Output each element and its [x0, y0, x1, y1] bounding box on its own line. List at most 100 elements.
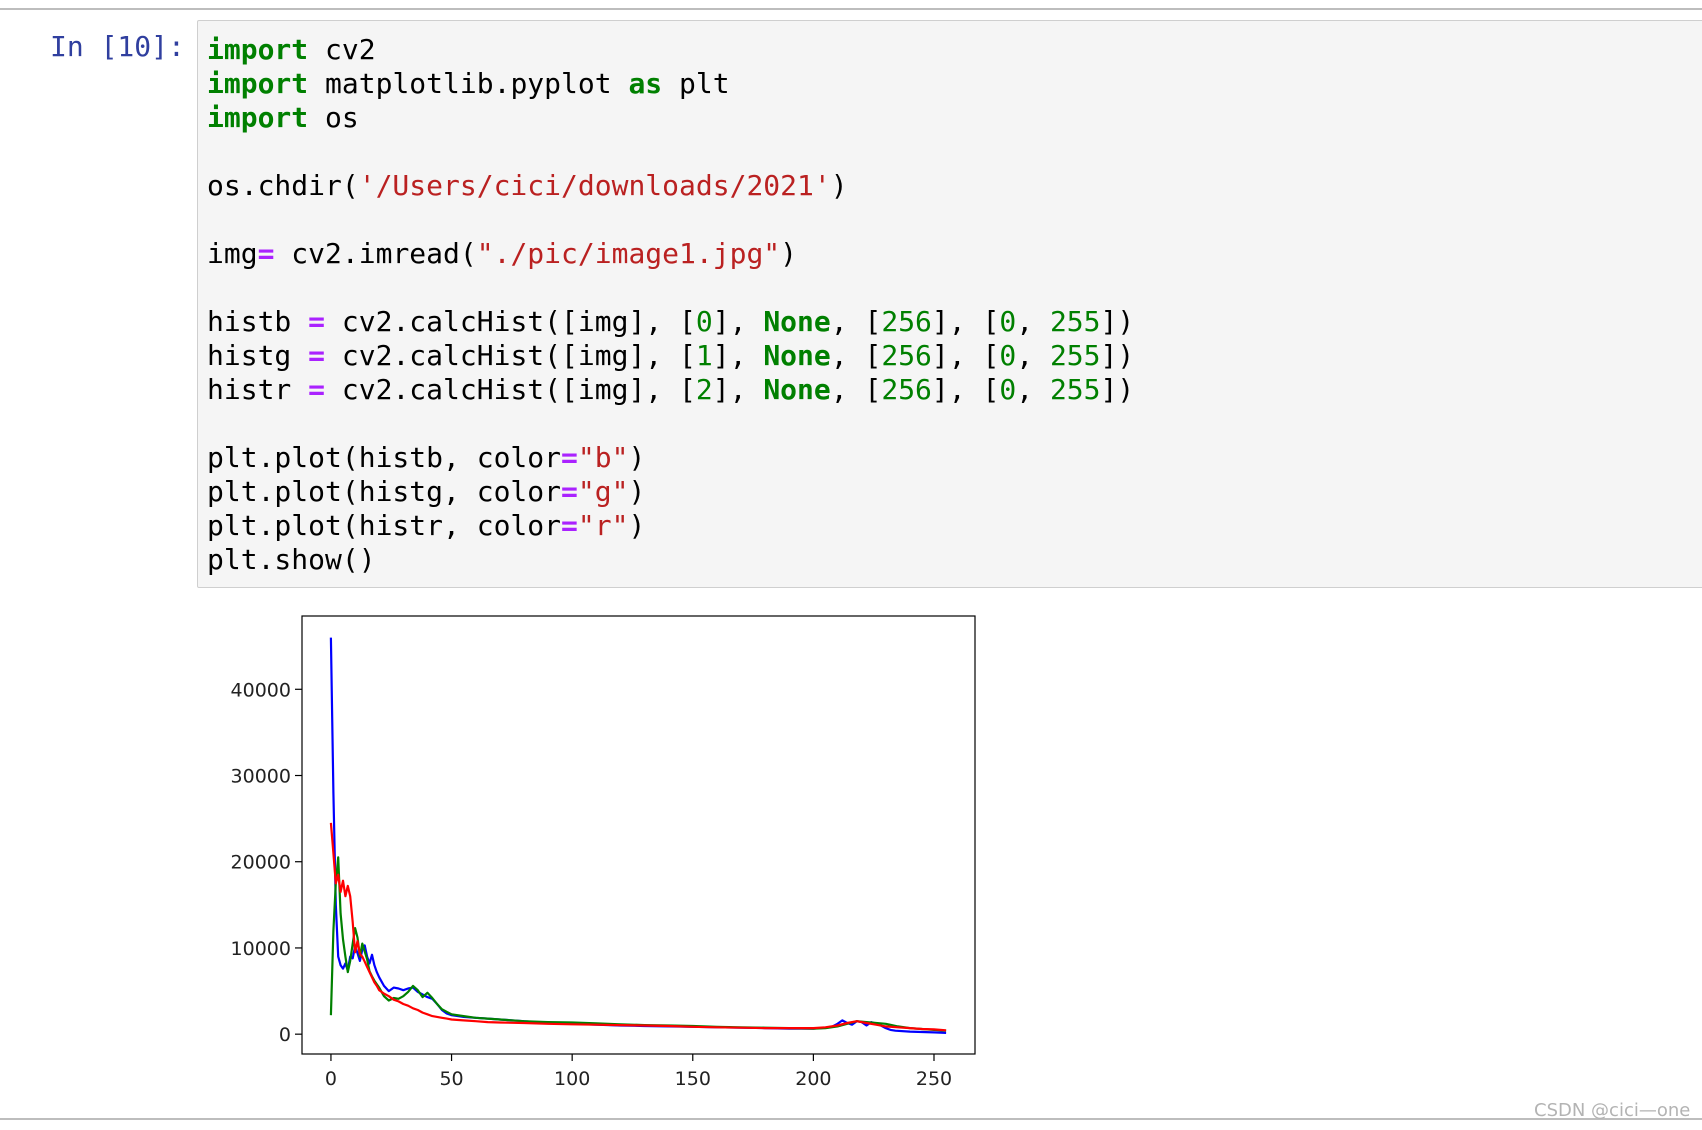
- plot-frame: [301, 615, 976, 1055]
- code-line: histb = cv2.calcHist([img], [0], None, […: [207, 305, 1134, 339]
- code-token: cv2.calcHist([img], [: [325, 373, 696, 406]
- code-token: ]): [1100, 305, 1135, 338]
- code-token: 0: [999, 339, 1017, 372]
- code-token: 0: [999, 305, 1017, 338]
- code-token: plt: [662, 67, 730, 100]
- code-token: 255: [1049, 373, 1101, 406]
- code-token: 2: [695, 373, 713, 406]
- series-line-3: [329, 822, 947, 1032]
- code-token: as: [628, 67, 663, 100]
- y-tick-label: 10000: [231, 938, 291, 960]
- code-token: os: [308, 101, 359, 134]
- code-token: ], [: [931, 339, 1000, 372]
- x-tick-label: 250: [916, 1068, 952, 1090]
- code-line: import cv2: [207, 33, 1134, 67]
- code-token: ],: [712, 339, 764, 372]
- code-token: =: [561, 509, 578, 542]
- code-line: import matplotlib.pyplot as plt: [207, 67, 1134, 101]
- code-token: , [: [830, 305, 882, 338]
- code-token: "g": [577, 475, 629, 508]
- code-token: histr: [207, 373, 309, 406]
- code-token: 0: [999, 373, 1017, 406]
- code-token: ], [: [931, 305, 1000, 338]
- code-token: ],: [712, 305, 764, 338]
- code-token: ,: [1016, 305, 1050, 338]
- code-token: None: [763, 373, 831, 406]
- code-token: ): [628, 509, 646, 542]
- code-token: , [: [830, 339, 882, 372]
- code-token: cv2.imread(: [274, 237, 477, 270]
- code-token: histg: [207, 339, 309, 372]
- code-token: ],: [712, 373, 764, 406]
- code-token: import: [207, 33, 309, 66]
- y-tick-label: 0: [279, 1024, 291, 1046]
- code-token: =: [561, 441, 578, 474]
- code-token: 1: [695, 339, 713, 372]
- code-token: 255: [1049, 339, 1101, 372]
- code-line: os.chdir('/Users/cici/downloads/2021'): [207, 169, 1134, 203]
- code-token: 255: [1049, 305, 1101, 338]
- code-line: histg = cv2.calcHist([img], [1], None, […: [207, 339, 1134, 373]
- x-tick-label: 100: [554, 1068, 590, 1090]
- code-token: ,: [1016, 339, 1050, 372]
- code-token: 0: [695, 305, 713, 338]
- code-token: ]): [1100, 339, 1135, 372]
- y-tick-label: 40000: [231, 679, 291, 701]
- code-token: ): [780, 237, 798, 270]
- code-cell[interactable]: import cv2 import matplotlib.pyplot as pl…: [197, 20, 1702, 588]
- code-token: =: [257, 237, 275, 270]
- x-tick-label: 200: [795, 1068, 831, 1090]
- code-line: plt.show(): [207, 543, 1134, 577]
- code-token: '/Users/cici/downloads/2021': [358, 169, 831, 202]
- code-token: ): [628, 475, 646, 508]
- code-token: plt.show(): [207, 543, 376, 576]
- x-tick-label: 50: [439, 1068, 463, 1090]
- code-editor[interactable]: import cv2 import matplotlib.pyplot as pl…: [207, 33, 1134, 577]
- code-token: =: [308, 305, 326, 338]
- x-tick-label: 150: [675, 1068, 711, 1090]
- code-token: matplotlib.pyplot: [308, 67, 629, 100]
- code-token: plt.plot(histr, color: [207, 509, 562, 542]
- code-token: ): [628, 441, 646, 474]
- histogram-chart: 0 50 100 150 200 250 0 10000 20000 30000 40000: [231, 615, 976, 1090]
- code-token: None: [763, 305, 831, 338]
- code-token: ], [: [931, 373, 1000, 406]
- code-token: cv2: [308, 33, 376, 66]
- code-token: ]): [1100, 373, 1135, 406]
- code-token: ): [830, 169, 848, 202]
- cell-prompt: In [10]:: [50, 30, 185, 63]
- y-tick-label: 30000: [231, 766, 291, 788]
- x-tick-label: 0: [325, 1068, 337, 1090]
- code-token: =: [308, 339, 326, 372]
- code-token: =: [308, 373, 326, 406]
- code-token: "b": [577, 441, 629, 474]
- code-token: 256: [881, 305, 932, 338]
- code-token: 256: [881, 339, 932, 372]
- series-line-1: [329, 637, 947, 1034]
- code-token: histb: [207, 305, 309, 338]
- code-line: import os: [207, 101, 1134, 135]
- y-tick-label: 20000: [231, 852, 291, 874]
- code-token: =: [561, 475, 578, 508]
- top-divider: [0, 8, 1702, 10]
- code-token: , [: [830, 373, 882, 406]
- bottom-divider: [0, 1118, 1702, 1120]
- series-line-2: [329, 856, 947, 1032]
- code-line: plt.plot(histr, color="r"): [207, 509, 1134, 543]
- code-line: histr = cv2.calcHist([img], [2], None, […: [207, 373, 1134, 407]
- code-token: 256: [881, 373, 932, 406]
- watermark: CSDN @cici—one: [1534, 1100, 1691, 1121]
- code-line: plt.plot(histb, color="b"): [207, 441, 1134, 475]
- code-line: img= cv2.imread("./pic/image1.jpg"): [207, 237, 1134, 271]
- code-token: "r": [577, 509, 629, 542]
- code-token: None: [763, 339, 831, 372]
- code-line: plt.plot(histg, color="g"): [207, 475, 1134, 509]
- code-token: "./pic/image1.jpg": [476, 237, 781, 270]
- code-token: os.chdir(: [207, 169, 359, 202]
- cell-output: 0 50 100 150 200 250 0 10000 20000 30000 40000: [200, 604, 980, 1104]
- code-token: import: [207, 67, 309, 100]
